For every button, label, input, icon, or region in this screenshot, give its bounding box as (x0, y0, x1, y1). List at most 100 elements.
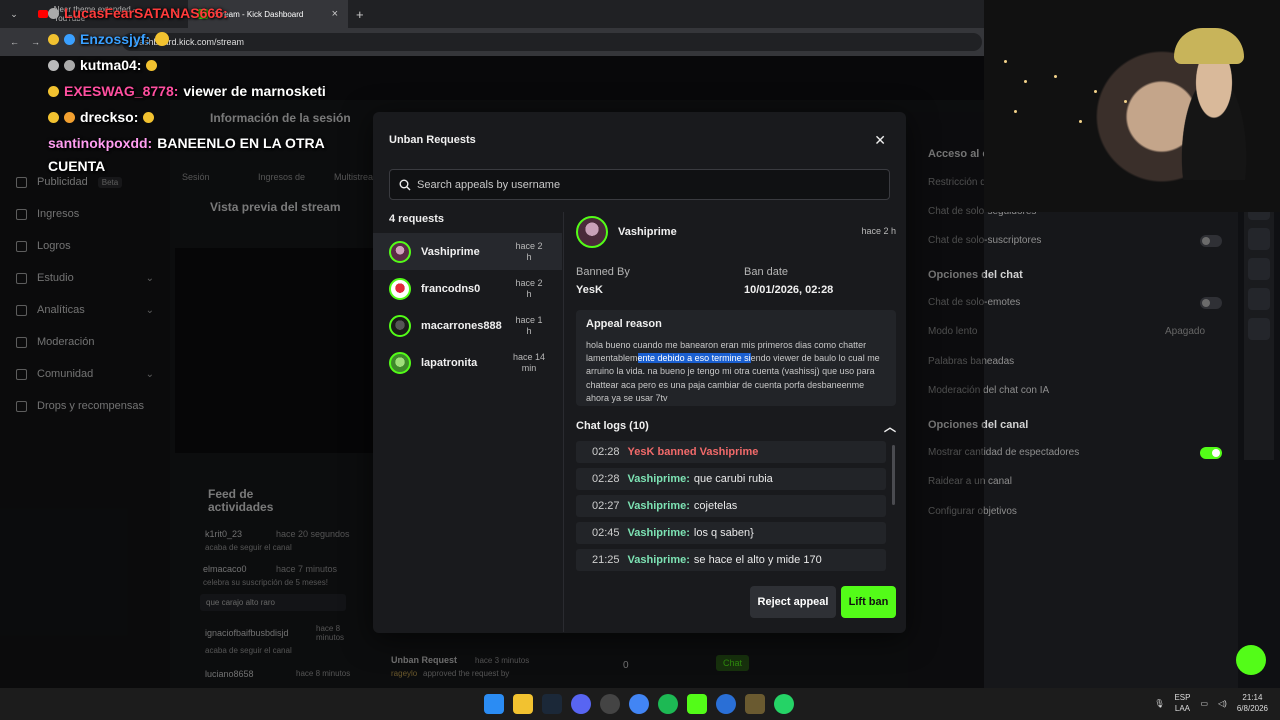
steam-icon[interactable] (542, 694, 562, 714)
avatar (576, 216, 608, 248)
request-username: macarrones888 (421, 319, 502, 332)
log-user: Vashiprime: (627, 527, 690, 539)
overlay-username: kutma04: (80, 57, 142, 73)
minecraft-icon[interactable] (745, 694, 765, 714)
appeal-reason-text: hola bueno cuando me banearon eran mis p… (586, 339, 886, 405)
youtube-icon (38, 10, 48, 18)
chat-log-row: 02:45 Vashiprime: los q saben} (576, 522, 886, 544)
rail-button[interactable] (1248, 288, 1270, 310)
log-time: 02:28 (592, 473, 620, 485)
reject-appeal-button[interactable]: Reject appeal (750, 586, 836, 618)
detail-time: hace 2 h (861, 226, 896, 236)
lift-ban-button[interactable]: Lift ban (841, 586, 896, 618)
toggle-switch[interactable] (1200, 235, 1222, 247)
chat-log-row: 02:28 Vashiprime: que carubi rubia (576, 468, 886, 490)
crown-icon (48, 111, 59, 123)
city-light (1124, 100, 1127, 103)
overlay-username: Enzossjyf: (80, 31, 151, 47)
city-light (1024, 80, 1027, 83)
chat-log-row: 02:28 YesK banned Vashiprime (576, 441, 886, 463)
chevron-up-icon[interactable]: ︿ (884, 418, 896, 435)
avatar (389, 314, 411, 337)
appeal-reason-title: Appeal reason (586, 318, 662, 330)
system-tray: 🎙 ESP LAA ▭ ◁) 21:14 6/8/2026 (1154, 692, 1268, 714)
request-list: Vashiprime hace 2 h francodns0 hace 2 h … (373, 233, 562, 381)
app-icon[interactable] (716, 694, 736, 714)
overlay-message: CUENTA (48, 158, 106, 174)
windows-taskbar: 🎙 ESP LAA ▭ ◁) 21:14 6/8/2026 (0, 688, 1280, 720)
request-item[interactable]: lapatronita hace 14 min (373, 344, 562, 381)
chrome-icon[interactable] (629, 694, 649, 714)
file-explorer-icon[interactable] (513, 694, 533, 714)
log-time: 21:25 (592, 554, 620, 566)
spotify-icon[interactable] (658, 694, 678, 714)
log-message: los q saben} (693, 527, 754, 539)
emote-only-toggle[interactable] (1200, 297, 1222, 309)
start-icon[interactable] (484, 694, 504, 714)
chat-logs-header[interactable]: Chat logs (10) ︿ (576, 418, 896, 435)
overlay-chat-line: santinokpoxdd: BANEENLO EN LA OTRA (48, 130, 378, 156)
request-item[interactable]: francodns0 hace 2 h (373, 270, 562, 307)
overlay-chat-line: kutma04: (48, 52, 378, 78)
city-light (1004, 60, 1007, 63)
kick-icon[interactable] (687, 694, 707, 714)
city-light (1079, 120, 1082, 123)
chat-badge-icon (48, 85, 59, 97)
appeal-reason-box: Appeal reason hola bueno cuando me banea… (576, 310, 896, 406)
unban-requests-modal: Unban Requests ✕ 4 requests Vashiprime h… (373, 112, 906, 633)
rail-button[interactable] (1248, 318, 1270, 340)
log-user: Vashiprime: (627, 473, 690, 485)
stream-chat-overlay: LucasFearSATANAS666: Enzossjyf: kutma04:… (48, 0, 378, 176)
emote-icon (143, 111, 155, 123)
chat-badge-icon (48, 33, 59, 45)
close-icon[interactable]: ✕ (874, 132, 886, 149)
log-message: se hace el alto y mide 170 (693, 554, 822, 566)
overlay-chat-line: drecksо: (48, 104, 378, 130)
clock-time: 21:14 (1242, 693, 1263, 702)
log-time: 02:45 (592, 527, 620, 539)
language-indicator[interactable]: ESP LAA (1174, 692, 1190, 714)
discord-icon[interactable] (571, 694, 591, 714)
back-icon[interactable]: ← (10, 37, 19, 47)
obs-icon[interactable] (600, 694, 620, 714)
rail-button[interactable] (1248, 228, 1270, 250)
chat-badge-icon (48, 7, 59, 19)
log-message: que carubi rubia (693, 473, 773, 485)
language-top: ESP (1174, 693, 1191, 702)
request-username: Vashiprime (421, 245, 480, 258)
overlay-message: viewer de marnosketi (183, 83, 326, 99)
webcam-feed (984, 0, 1280, 212)
whatsapp-icon[interactable] (774, 694, 794, 714)
chat-badge-icon (64, 33, 75, 45)
request-username: lapatronita (421, 356, 478, 369)
city-light (1054, 75, 1057, 78)
chat-badge-icon (64, 59, 75, 71)
request-item[interactable]: macarrones888 hace 1 h (373, 307, 562, 344)
search-field[interactable] (389, 169, 890, 200)
viewer-count-toggle[interactable] (1200, 447, 1222, 459)
clock[interactable]: 21:14 6/8/2026 (1237, 692, 1268, 714)
ban-date-label: Ban date (744, 266, 789, 278)
emote-icon (155, 32, 170, 46)
language-bottom: LAA (1174, 704, 1191, 713)
tab-list-icon[interactable]: ⌄ (0, 0, 28, 28)
network-icon[interactable]: ▭ (1200, 699, 1208, 708)
chat-badge-icon (64, 111, 75, 123)
request-item[interactable]: Vashiprime hace 2 h (373, 233, 562, 270)
forward-icon[interactable]: → (31, 37, 40, 47)
volume-icon[interactable]: ◁) (1218, 699, 1227, 708)
chat-logs-list: 02:28 YesK banned Vashiprime 02:28 Vashi… (576, 441, 886, 576)
support-chat-button[interactable] (1236, 645, 1266, 675)
log-user: Vashiprime: (627, 500, 690, 512)
rail-button[interactable] (1248, 258, 1270, 280)
microphone-icon[interactable]: 🎙 (1154, 699, 1164, 708)
city-light (1094, 90, 1097, 93)
log-user: Vashiprime: (627, 554, 690, 566)
taskbar-icons (484, 694, 794, 714)
detail-username: Vashiprime (618, 226, 677, 238)
search-input[interactable] (417, 178, 867, 191)
city-light (1014, 110, 1017, 113)
logs-scrollbar[interactable] (892, 445, 895, 505)
log-time: 02:27 (592, 500, 620, 512)
chat-log-row: 02:27 Vashiprime: cojetelas (576, 495, 886, 517)
